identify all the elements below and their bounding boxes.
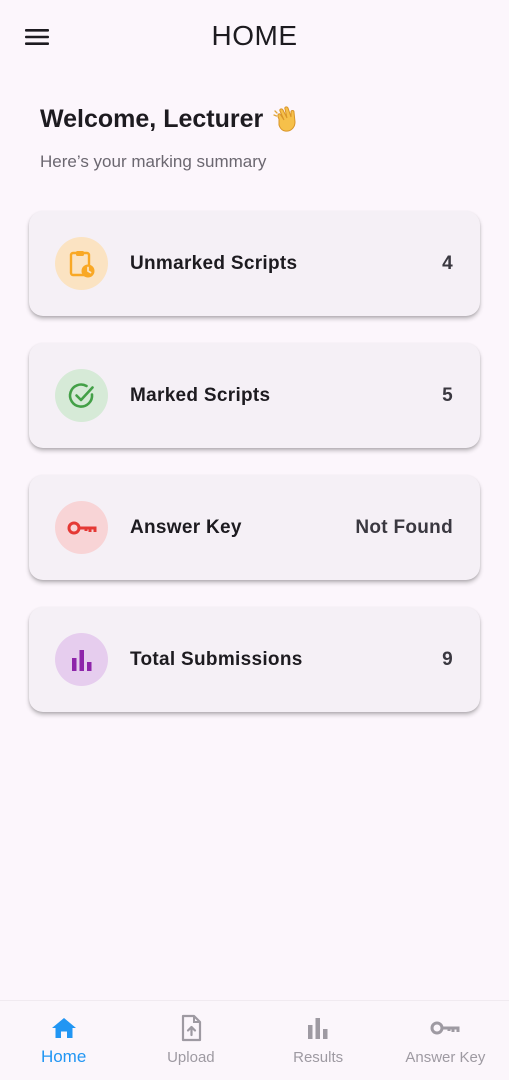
- card-icon-circle: [55, 501, 108, 554]
- summary-cards: Unmarked Scripts 4 Marked Scripts 5 Answ…: [29, 211, 480, 739]
- waving-hand-icon: [271, 104, 301, 134]
- key-icon: [430, 1013, 460, 1043]
- card-label: Marked Scripts: [130, 385, 271, 406]
- card-label: Answer Key: [130, 517, 242, 538]
- nav-results[interactable]: Results: [255, 1001, 382, 1080]
- card-value: 4: [442, 253, 453, 274]
- welcome-subtitle: Here’s your marking summary: [40, 152, 267, 171]
- nav-answer-key[interactable]: Answer Key: [382, 1001, 509, 1080]
- nav-home[interactable]: Home: [0, 1001, 127, 1080]
- card-answer-key[interactable]: Answer Key Not Found: [29, 475, 480, 580]
- top-app-bar: HOME: [0, 0, 509, 74]
- pending-assignment-icon: [69, 250, 94, 277]
- bottom-navigation-bar: Home Upload Results Answer Key: [0, 1000, 509, 1080]
- nav-upload[interactable]: Upload: [127, 1001, 254, 1080]
- card-icon-circle: [55, 633, 108, 686]
- app-root: HOME Welcome, Lecturer Here’s your marki…: [0, 0, 509, 1080]
- bar-chart-icon: [71, 649, 91, 671]
- nav-label: Home: [40, 1047, 87, 1066]
- page-title: HOME: [211, 20, 298, 51]
- card-label: Total Submissions: [130, 649, 303, 670]
- card-label: Unmarked Scripts: [130, 253, 298, 274]
- card-value: Not Found: [355, 517, 453, 538]
- check-circle-icon: [68, 382, 94, 408]
- welcome-heading: Welcome, Lecturer: [40, 104, 479, 134]
- home-icon: [51, 1013, 77, 1043]
- card-total-submissions[interactable]: Total Submissions 9: [29, 607, 480, 712]
- welcome-title-text: Welcome, Lecturer: [40, 104, 264, 133]
- nav-label: Answer Key: [405, 1049, 486, 1066]
- nav-label: Upload: [167, 1049, 215, 1066]
- card-value: 5: [442, 385, 453, 406]
- key-icon: [67, 521, 96, 534]
- card-marked-scripts[interactable]: Marked Scripts 5: [29, 343, 480, 448]
- card-icon-circle: [55, 369, 108, 422]
- nav-label: Results: [293, 1049, 344, 1066]
- upload-file-icon: [180, 1013, 202, 1043]
- card-unmarked-scripts[interactable]: Unmarked Scripts 4: [29, 211, 480, 316]
- card-value: 9: [442, 649, 453, 670]
- card-icon-circle: [55, 237, 108, 290]
- welcome-section: Welcome, Lecturer Here’s your marking su…: [40, 104, 479, 172]
- bar-chart-icon: [306, 1013, 330, 1043]
